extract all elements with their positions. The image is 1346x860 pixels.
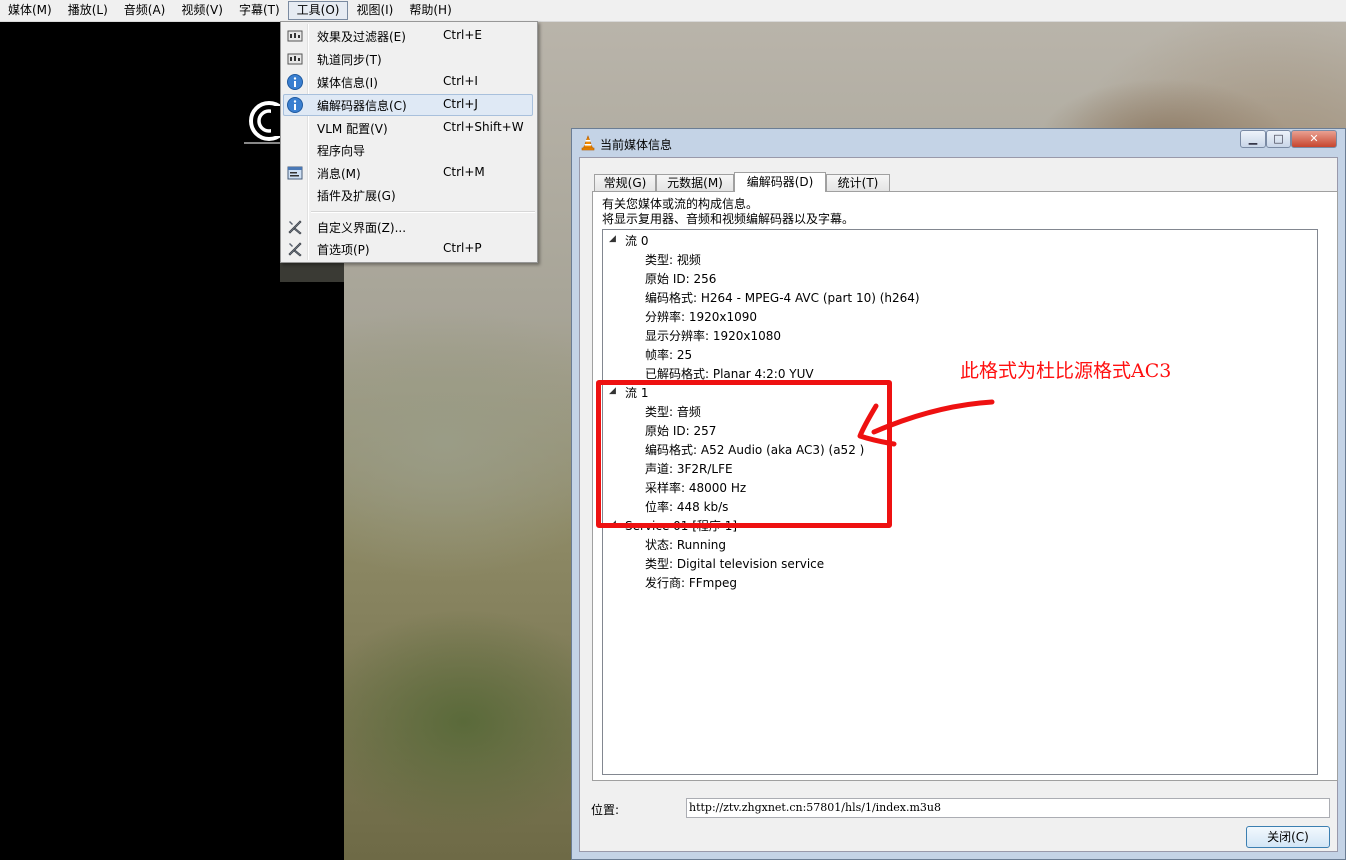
menu-item-vlm-config[interactable]: VLM 配置(V) Ctrl+Shift+W [283,117,533,139]
vlc-cone-icon [581,135,595,151]
sync-icon [287,53,303,65]
menu-view[interactable]: 视图(I) [348,1,401,20]
menu-item-label: 程序向导 [317,144,366,158]
menu-item-codec-info[interactable]: 编解码器信息(C) Ctrl+J [283,94,533,116]
close-window-button[interactable]: ✕ [1291,130,1337,148]
menu-item-label: 轨道同步(T) [317,53,382,67]
menu-item-preferences[interactable]: 首选项(P) Ctrl+P [283,238,533,260]
tree-row: 显示分辨率: 1920x1080 [645,329,782,343]
menu-item-shortcut: Ctrl+P [443,241,482,255]
location-field[interactable]: http://ztv.zhgxnet.cn:57801/hls/1/index.… [686,798,1330,818]
menu-separator [311,211,535,213]
tree-row: 编码格式: H264 - MPEG-4 AVC (part 10) (h264) [645,291,920,305]
menu-item-wizard[interactable]: 程序向导 [283,139,533,161]
annotation-text: 此格式为杜比源格式AC3 [960,360,1172,382]
tree-row: 类型: 视频 [645,253,701,267]
location-label: 位置: [591,803,620,817]
menu-video[interactable]: 视频(V) [173,1,231,20]
menu-item-label: 媒体信息(I) [317,76,378,90]
annotation-arrow [857,399,995,447]
close-button[interactable]: 关闭(C) [1246,826,1330,848]
maximize-button[interactable]: □ [1266,130,1291,148]
tab-general[interactable]: 常规(G) [594,174,656,191]
menu-item-shortcut: Ctrl+E [443,28,482,42]
tree-row: 分辨率: 1920x1090 [645,310,758,324]
menu-tools[interactable]: 工具(O) [287,1,349,20]
tab-statistics[interactable]: 统计(T) [826,174,890,191]
menu-item-shortcut: Ctrl+J [443,97,478,111]
menu-item-label: 效果及过滤器(E) [317,30,406,44]
codec-description: 将显示复用器、音频和视频编解码器以及字幕。 [602,212,855,226]
tree-row: 原始 ID: 256 [645,272,717,286]
expand-arrow-icon[interactable]: ◢ [609,234,616,244]
menu-item-label: 自定义界面(Z)... [317,221,407,235]
tree-row: 帧率: 25 [645,348,693,362]
menu-item-shortcut: Ctrl+M [443,165,485,179]
menu-audio[interactable]: 音频(A) [116,1,174,20]
menu-playback[interactable]: 播放(L) [60,1,116,20]
menu-item-plugins[interactable]: 插件及扩展(G) [283,184,533,206]
menu-item-shortcut: Ctrl+Shift+W [443,120,524,134]
minimize-button[interactable]: ▁ [1240,130,1266,148]
menu-help[interactable]: 帮助(H) [401,1,459,20]
info-icon [287,97,303,113]
info-icon [287,74,303,90]
tab-metadata[interactable]: 元数据(M) [656,174,734,191]
tree-row: 类型: Digital television service [645,557,825,571]
menu-item-effects[interactable]: 效果及过滤器(E) Ctrl+E [283,25,533,47]
menu-item-customize[interactable]: 自定义界面(Z)... [283,216,533,238]
tab-codec[interactable]: 编解码器(D) [734,172,826,192]
menu-item-label: 编解码器信息(C) [317,99,407,113]
tools-menu: 效果及过滤器(E) Ctrl+E 轨道同步(T) 媒体信息(I) Ctrl+I … [280,21,538,263]
menu-item-track-sync[interactable]: 轨道同步(T) [283,48,533,70]
menu-media[interactable]: 媒体(M) [0,1,60,20]
menu-item-shortcut: Ctrl+I [443,74,478,88]
menu-item-label: 消息(M) [317,167,361,181]
menu-item-label: 插件及扩展(G) [317,189,396,203]
menu-item-messages[interactable]: 消息(M) Ctrl+M [283,162,533,184]
menu-item-label: VLM 配置(V) [317,122,388,136]
tools-icon [288,242,302,257]
menu-bar: 媒体(M) 播放(L) 音频(A) 视频(V) 字幕(T) 工具(O) 视图(I… [0,0,1346,22]
menu-subtitle[interactable]: 字幕(T) [231,1,288,20]
effects-icon [287,30,303,42]
menu-item-label: 首选项(P) [317,243,370,257]
tree-row: 发行商: FFmpeg [645,576,737,590]
tree-row: 状态: Running [645,538,727,552]
tree-node-stream0[interactable]: 流 0 [625,232,648,249]
tools-icon [288,220,302,235]
dialog-titlebar[interactable]: 当前媒体信息 ▁ □ ✕ [572,129,1345,157]
messages-icon [287,166,303,180]
menu-item-media-info[interactable]: 媒体信息(I) Ctrl+I [283,71,533,93]
dialog-title: 当前媒体信息 [600,138,673,152]
